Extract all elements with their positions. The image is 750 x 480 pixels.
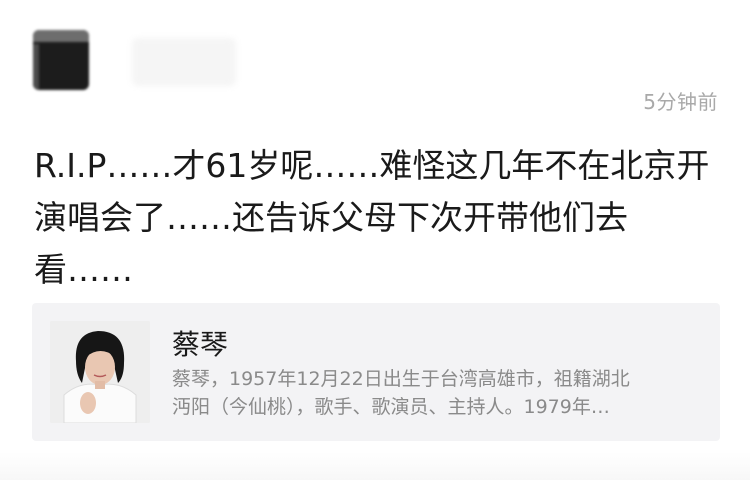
link-card-description: 蔡琴，1957年12月22日出生于台湾高雄市，祖籍湖北 沔阳（今仙桃），歌手、歌…: [172, 368, 630, 418]
moment-post: 5分钟前 R.I.P……才61岁呢……难怪这几年不在北京开 演唱会了……还告诉父…: [0, 0, 750, 480]
avatar-edge: [33, 44, 39, 90]
post-text: R.I.P……才61岁呢……难怪这几年不在北京开 演唱会了……还告诉父母下次开带…: [34, 146, 710, 289]
avatar-highlight: [33, 30, 89, 42]
link-card-thumbnail: [50, 321, 150, 423]
link-card[interactable]: 蔡琴 蔡琴，1957年12月22日出生于台湾高雄市，祖籍湖北 沔阳（今仙桃），歌…: [32, 303, 720, 441]
username-redacted[interactable]: [132, 38, 236, 86]
portrait-image: [50, 321, 150, 423]
avatar[interactable]: [33, 30, 89, 90]
post-timestamp: 5分钟前: [643, 90, 718, 114]
bottom-divider: [0, 452, 750, 480]
link-card-title: 蔡琴: [172, 328, 229, 361]
